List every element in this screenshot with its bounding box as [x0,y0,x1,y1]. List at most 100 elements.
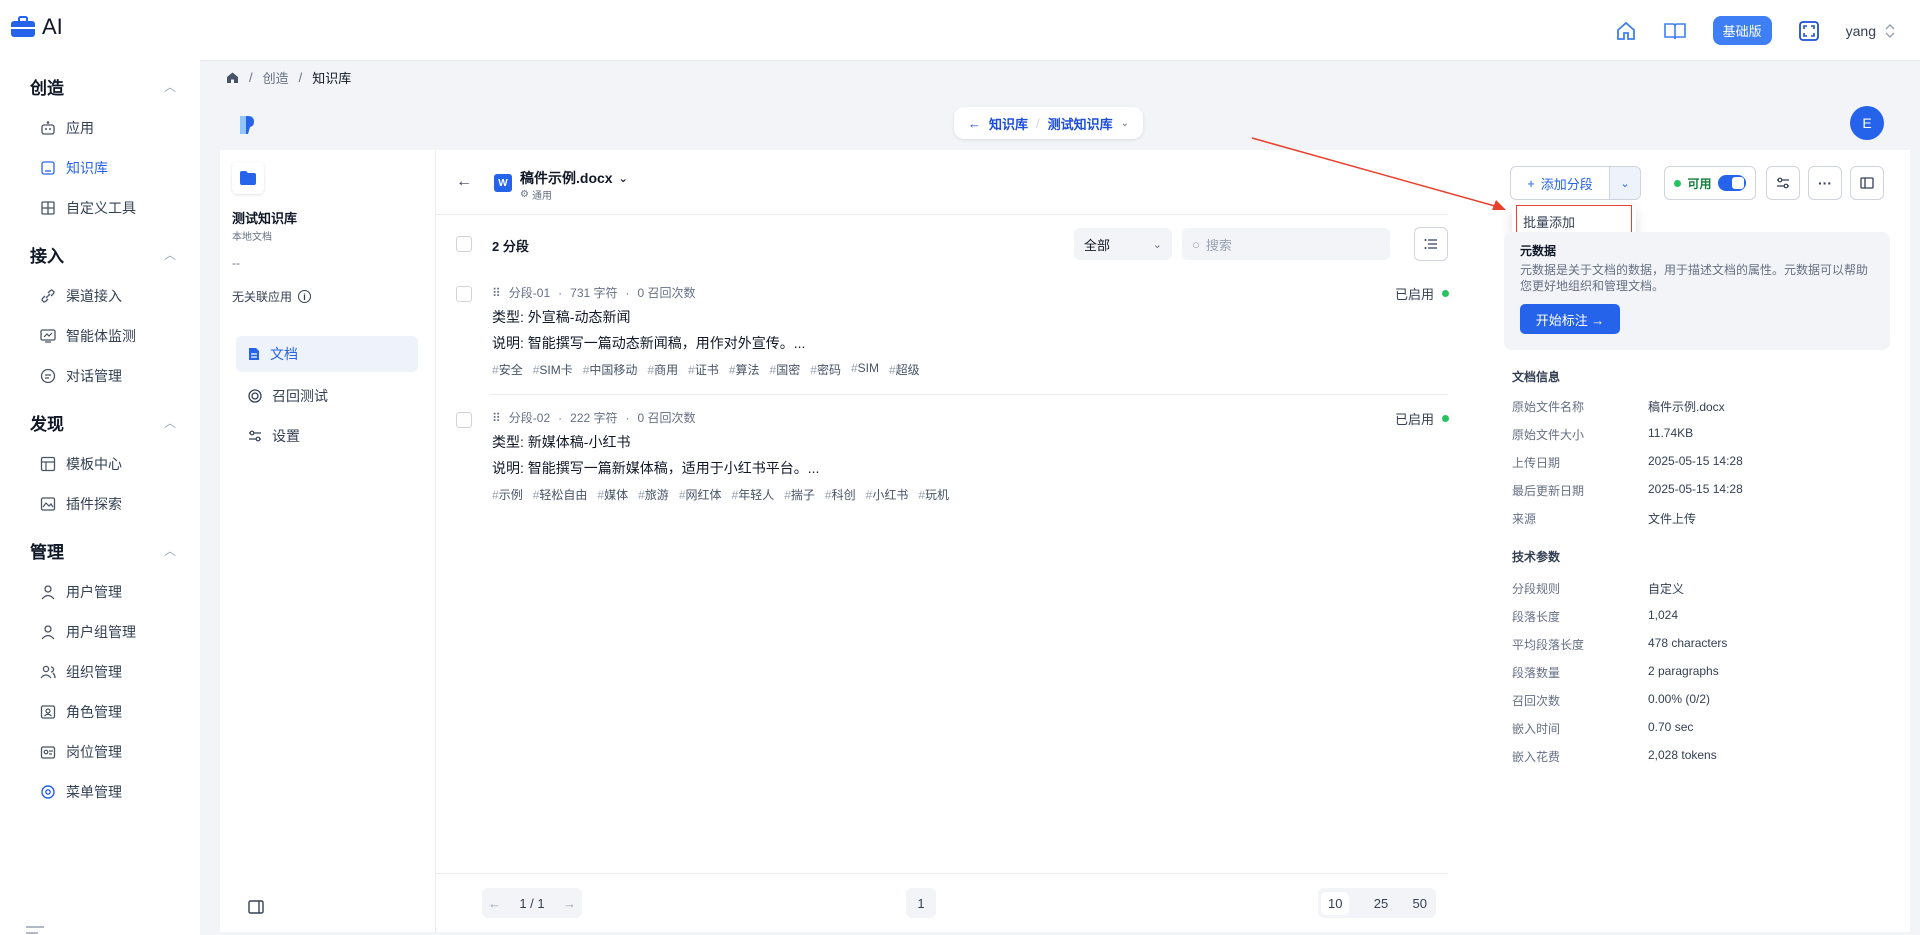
doc-mode: ⚙ 通用 [520,189,552,202]
toggle-info-panel-button[interactable] [1850,166,1884,200]
sidebar-section-discover[interactable]: 发现 [30,410,64,435]
toggle-switch[interactable] [1717,175,1746,191]
add-segment-button[interactable]: + 添加分段 [1510,166,1610,200]
plan-badge[interactable]: 基础版 [1712,16,1772,45]
info-row: 嵌入花费 2,028 tokens [1512,748,1717,764]
info-row: 嵌入时间 0.70 sec [1512,720,1694,736]
select-all-checkbox[interactable] [456,236,472,252]
sidebar-item-channels[interactable]: 渠道接入 [40,286,122,306]
prev-page-button[interactable]: ← [488,896,501,911]
page-number-button[interactable]: 1 [906,888,936,918]
book-icon [40,160,56,176]
chevron-up-icon[interactable]: ︿ [164,414,176,431]
sidebar-item-label: 智能体监测 [66,328,136,344]
sidebar-item-label: 应用 [66,120,94,136]
sidebar-item-apps[interactable]: 应用 [40,118,94,138]
sliders-icon [249,430,261,442]
book-icon[interactable] [1663,20,1687,42]
status-dot [1442,415,1449,422]
chevron-up-icon[interactable]: ︿ [164,78,176,95]
info-row: 上传日期 2025-05-15 14:28 [1512,454,1743,470]
sidebar-item-users[interactable]: 用户管理 [40,582,122,602]
page-size-option[interactable]: 50 [1413,896,1433,911]
more-button[interactable]: ··· [1808,166,1842,200]
page-size-option[interactable]: 25 [1374,896,1388,911]
user-icon [40,584,56,600]
app-logo[interactable]: AI [10,14,63,40]
sidebar-item-label: 岗位管理 [66,744,122,760]
sidebar-section-manage[interactable]: 管理 [30,538,64,563]
chevron-down-icon[interactable]: ⌄ [1121,118,1129,129]
ellipsis-icon: ··· [1818,175,1832,191]
segment-line: 类型: 外宣稿-动态新闻 [492,309,631,325]
kb-menu-docs[interactable]: 文档 [236,336,418,372]
add-segment-dropdown[interactable]: ⌄ [1609,166,1641,200]
metadata-title: 元数据 [1520,244,1557,258]
segment-checkbox[interactable] [456,412,472,428]
panel-icon [1860,177,1874,189]
annotation-arrow [1251,137,1506,210]
sidebar-item-conversations[interactable]: 对话管理 [40,366,122,386]
sidebar-item-templates[interactable]: 模板中心 [40,454,122,474]
kb-menu-recall[interactable]: 召回测试 [248,386,328,406]
segment-status: 已启用 [1395,409,1449,428]
user-name[interactable]: yang [1846,23,1876,39]
arrow-left-icon[interactable]: ← [968,116,981,131]
grid-icon: ⠿ [492,285,501,300]
next-page-button[interactable]: → [563,896,576,911]
kb-menu-settings[interactable]: 设置 [248,426,300,446]
segment-row[interactable]: ⠿ 分段-01 · 731 字符 · 0 召回次数 类型: 外宣稿-动态新闻 说明: 智能… [456,284,1449,378]
kb-name: 测试知识库 [232,211,298,226]
chevron-down-icon[interactable]: ⌄ [619,172,628,185]
sidebar-item-custom-tools[interactable]: 自定义工具 [40,198,136,218]
sidebar-item-positions[interactable]: 岗位管理 [40,742,122,762]
start-annotate-button[interactable]: 开始标注 → [1520,304,1620,334]
plus-icon: + [1527,175,1535,191]
avatar[interactable]: E [1850,106,1884,140]
page-indicator: 1 / 1 [519,895,545,911]
word-file-icon: W [494,174,512,192]
sidebar-item-agent-monitor[interactable]: 智能体监测 [40,326,136,346]
sidebar-section-access[interactable]: 接入 [30,242,64,267]
sidebar-item-roles[interactable]: 角色管理 [40,702,122,722]
sidebar-item-orgs[interactable]: 组织管理 [40,662,122,682]
sidebar-item-menus[interactable]: 菜单管理 [40,782,122,802]
home-icon[interactable] [226,71,239,84]
filter-select[interactable]: 全部 ⌄ [1074,228,1172,260]
sidebar-item-knowledge[interactable]: 知识库 [40,158,108,178]
chevron-up-icon[interactable]: ︿ [164,246,176,263]
grid-icon: ⠿ [492,410,501,425]
tech-params-title: 技术参数 [1512,550,1561,564]
doc-title[interactable]: 稿件示例.docx ⌄ [520,168,628,188]
menu-icon[interactable] [26,925,44,935]
sidebar-item-label: 组织管理 [66,664,122,680]
brand-icon [240,116,254,134]
settings-button[interactable] [1766,166,1800,200]
toolbox-icon [11,16,35,37]
segment-checkbox[interactable] [456,286,472,302]
fullscreen-icon[interactable] [1798,20,1820,42]
status-dot [1442,290,1449,297]
chevron-up-icon[interactable]: ︿ [164,542,176,559]
home-icon[interactable] [1615,20,1637,42]
doc-info-title: 文档信息 [1512,370,1561,384]
breadcrumb-create[interactable]: 创造 [263,68,289,87]
expand-icon[interactable] [1884,24,1896,38]
sidebar-section-create[interactable]: 创造 [30,74,64,99]
users-icon [40,664,56,680]
knowledge-switcher[interactable]: ← 知识库 / 测试知识库 ⌄ [954,107,1144,139]
chevron-down-icon: ⌄ [1152,238,1162,251]
page-size-option[interactable]: 10 [1321,891,1350,915]
list-view-button[interactable] [1414,227,1448,261]
sidebar-item-user-groups[interactable]: 用户组管理 [40,622,136,642]
sidebar-item-plugins[interactable]: 插件探索 [40,494,122,514]
info-icon[interactable]: i [298,290,312,303]
search-input[interactable]: ○ 搜索 [1182,228,1390,260]
segment-row[interactable]: ⠿ 分段-02 · 222 字符 · 0 召回次数 类型: 新媒体稿-小红书 说明: 智能… [456,409,1449,503]
gear-icon: ⚙ [520,189,529,200]
knowledge-back-link[interactable]: 知识库 [989,114,1028,133]
status-toggle[interactable]: 可用 [1664,166,1756,200]
back-arrow-icon[interactable]: ← [456,173,472,191]
knowledge-current[interactable]: 测试知识库 [1048,114,1113,133]
collapse-panel-icon[interactable] [248,900,264,914]
